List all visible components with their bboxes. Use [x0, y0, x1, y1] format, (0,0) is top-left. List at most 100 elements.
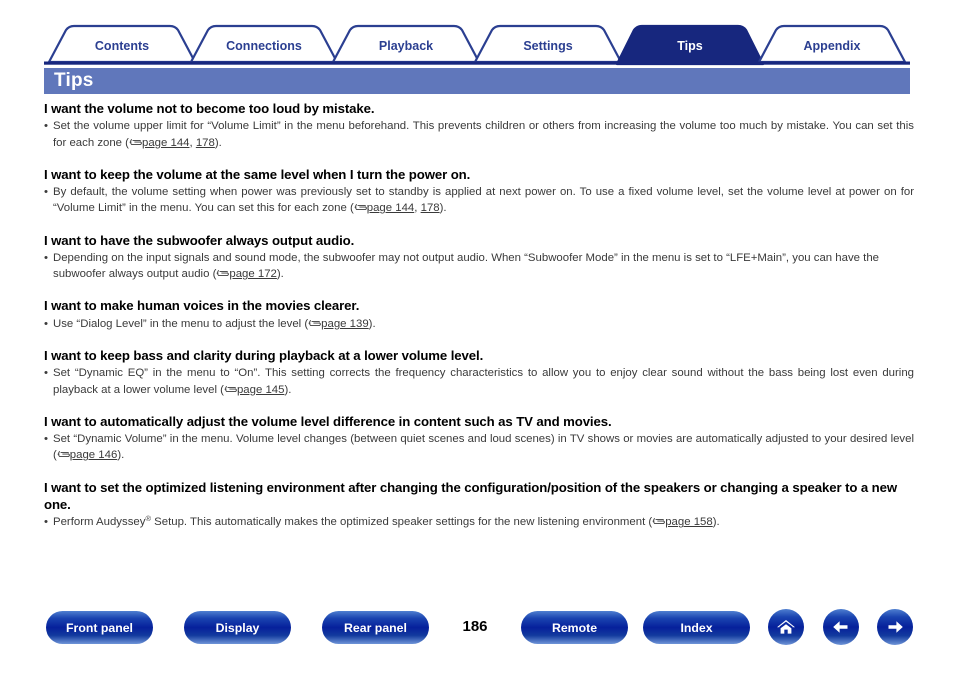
page-reference: page 158	[652, 516, 713, 528]
arrow-right-icon	[888, 621, 903, 633]
pointing-hand-icon	[308, 317, 322, 333]
tip-body-text: By default, the volume setting when powe…	[53, 186, 914, 215]
footer-button-label: Index	[680, 620, 713, 635]
page-title-bar: Tips	[44, 68, 910, 94]
footer-button-rear-panel[interactable]: Rear panel	[322, 611, 429, 644]
page-link[interactable]: page 144	[142, 137, 190, 149]
tab-appendix[interactable]: Appendix	[757, 24, 907, 64]
tip-item: I want to keep bass and clarity during p…	[44, 347, 914, 399]
tab-label-contents: Contents	[95, 39, 149, 53]
footer-button-label: Display	[215, 620, 260, 635]
tip-body: • Set “Dynamic EQ” in the menu to “On”. T…	[44, 365, 914, 398]
bullet-icon: •	[44, 252, 48, 265]
tip-item: I want to automatically adjust the volum…	[44, 413, 914, 465]
home-button[interactable]	[768, 609, 804, 645]
page-reference: page 144, 178	[129, 137, 215, 149]
tip-body: • Set “Dynamic Volume” in the menu. Volum…	[44, 431, 914, 464]
page-reference: page 145	[224, 383, 285, 399]
tip-body-suffix: ).	[712, 516, 720, 529]
tip-body: • Set the volume upper limit for “Volume …	[44, 118, 914, 151]
tab-label-appendix: Appendix	[804, 39, 861, 53]
bullet-icon: •	[44, 317, 48, 330]
footer-button-label: Rear panel	[344, 620, 407, 635]
tip-body-text: Set “Dynamic Volume” in the menu. Volume…	[53, 433, 914, 462]
tab-bar: Contents Connections Playback Settings T…	[0, 24, 954, 66]
page-link[interactable]: page 139	[321, 318, 369, 330]
tip-item: I want the volume not to become too loud…	[44, 100, 914, 152]
tab-label-connections: Connections	[226, 39, 302, 53]
pointing-hand-icon	[652, 515, 666, 531]
pointing-hand-icon	[354, 201, 367, 217]
tip-body-suffix: ).	[214, 136, 222, 149]
page-link[interactable]: 178	[421, 202, 440, 214]
tip-body: • Depending on the input signals and soun…	[44, 250, 914, 283]
tip-heading: I want to automatically adjust the volum…	[44, 413, 612, 429]
tip-body-suffix: ).	[276, 268, 284, 281]
tip-body-suffix: ).	[439, 202, 447, 215]
footer-button-label: Remote	[551, 620, 598, 635]
tab-settings[interactable]: Settings	[473, 24, 623, 64]
bullet-icon: •	[44, 367, 48, 380]
page-link[interactable]: page 144	[367, 202, 415, 214]
tip-item: I want to have the subwoofer always outp…	[44, 232, 914, 284]
footer-button-remote[interactable]: Remote	[521, 611, 628, 644]
bullet-icon: •	[44, 186, 48, 199]
tip-item: I want to keep the volume at the same le…	[44, 166, 914, 218]
tab-contents[interactable]: Contents	[47, 24, 197, 64]
pointing-hand-icon	[216, 267, 230, 283]
page-reference: page 146	[57, 448, 118, 464]
tip-item: I want to make human voices in the movie…	[44, 297, 914, 333]
footer-button-label: Front panel	[66, 620, 133, 635]
tip-body-suffix: ).	[284, 383, 292, 396]
tab-label-playback: Playback	[379, 39, 433, 53]
tab-playback[interactable]: Playback	[331, 24, 481, 64]
tip-body-suffix: ).	[117, 449, 125, 462]
registered-trademark-icon: ®	[145, 514, 151, 524]
page-reference: page 139	[308, 318, 369, 330]
tip-heading: I want the volume not to become too loud…	[44, 101, 375, 116]
tip-heading: I want to have the subwoofer always outp…	[44, 232, 355, 248]
tips-content: I want the volume not to become too loud…	[44, 100, 914, 546]
page-title: Tips	[54, 70, 94, 91]
footer-button-index[interactable]: Index	[643, 611, 750, 644]
tip-body-text: Perform Audyssey® Setup. This automatica…	[53, 514, 653, 529]
page-reference: page 172	[216, 268, 277, 280]
tip-body-text: Set “Dynamic EQ” in the menu to “On”. Th…	[53, 367, 914, 396]
page-link[interactable]: page 145	[237, 384, 285, 396]
tab-bar-underline	[44, 61, 910, 65]
tab-label-settings: Settings	[523, 39, 572, 53]
arrow-left-icon	[833, 621, 848, 633]
tip-body: • Use “Dialog Level” in the menu to adjus…	[44, 316, 914, 333]
page-link[interactable]: 178	[196, 137, 215, 149]
bullet-icon: •	[44, 516, 48, 529]
tab-tips[interactable]: Tips	[615, 24, 765, 66]
pointing-hand-icon	[57, 448, 70, 464]
page-link[interactable]: page 146	[70, 449, 118, 461]
home-icon	[777, 620, 795, 634]
tip-heading: I want to make human voices in the movie…	[44, 298, 360, 314]
tip-item: I want to set the optimized listening en…	[44, 479, 914, 532]
tab-connections[interactable]: Connections	[189, 24, 339, 64]
bullet-icon: •	[44, 120, 48, 133]
page-number: 186	[462, 618, 488, 635]
forward-button[interactable]	[877, 609, 913, 645]
footer-button-front-panel[interactable]: Front panel	[46, 611, 153, 644]
tip-heading: I want to set the optimized listening en…	[44, 479, 898, 513]
tip-body: • Perform Audyssey® Setup. This automatic…	[44, 514, 914, 531]
footer-button-display[interactable]: Display	[184, 611, 291, 644]
bullet-icon: •	[44, 433, 48, 446]
page-link[interactable]: page 158	[665, 516, 713, 528]
tab-label-tips: Tips	[677, 39, 703, 53]
tip-body: • By default, the volume setting when pow…	[44, 184, 914, 217]
tip-body-suffix: ).	[368, 317, 376, 330]
pointing-hand-icon	[129, 136, 142, 152]
tip-heading: I want to keep the volume at the same le…	[44, 166, 471, 182]
footer-bar: Front panel Display Rear panel 186 Remot…	[0, 606, 954, 650]
back-button[interactable]	[823, 609, 859, 645]
pointing-hand-icon	[224, 383, 237, 399]
tip-body-text: Use “Dialog Level” in the menu to adjust…	[53, 317, 309, 330]
tip-body-text: Depending on the input signals and sound…	[53, 252, 880, 281]
tip-heading: I want to keep bass and clarity during p…	[44, 348, 484, 363]
page-reference: page 144, 178	[354, 202, 440, 214]
page-link[interactable]: page 172	[229, 268, 277, 280]
